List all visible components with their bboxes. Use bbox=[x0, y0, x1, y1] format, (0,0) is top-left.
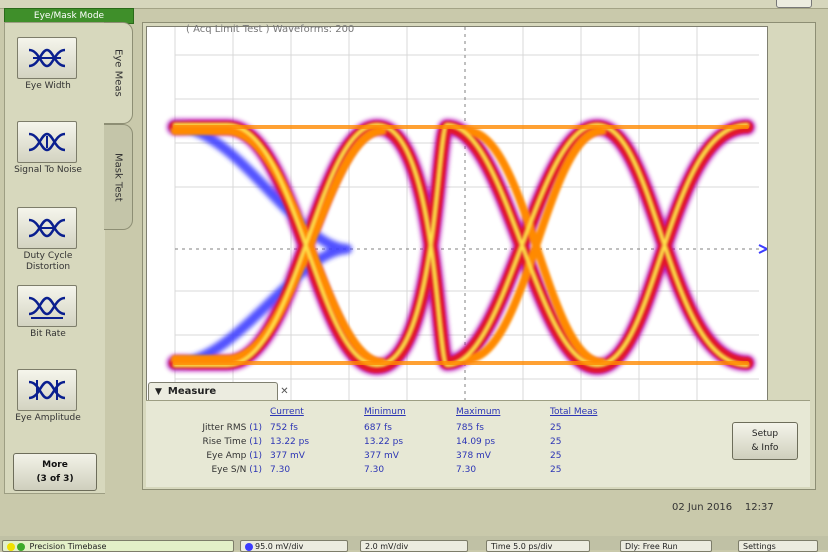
eye-amplitude-button[interactable]: Eye Amplitude bbox=[13, 369, 97, 449]
row-label-rise-time: Rise Time (1) bbox=[202, 437, 263, 447]
status-light-icon bbox=[7, 542, 15, 551]
cell-total-meas: 25 bbox=[550, 437, 562, 447]
eye-width-label: Eye Width bbox=[25, 81, 71, 91]
row-label-eye-amp: Eye Amp (1) bbox=[206, 451, 262, 461]
cell-current: 13.22 ps bbox=[270, 437, 310, 447]
signal-to-noise-label: Signal To Noise bbox=[14, 165, 82, 175]
cell-minimum: 687 fs bbox=[364, 423, 392, 433]
duty-cycle-distortion-icon bbox=[28, 218, 66, 238]
info-label: & Info bbox=[751, 443, 779, 453]
eye-amplitude-icon bbox=[28, 380, 66, 400]
eye-measurement-panel: Eye Width Signal To Noise Duty Cycle Dis… bbox=[4, 22, 105, 494]
settings-button[interactable]: Settings bbox=[738, 540, 818, 552]
row-label-jitter-rms: Jitter RMS (1) bbox=[202, 423, 262, 433]
cell-minimum: 7.30 bbox=[364, 465, 385, 475]
cell-maximum: 14.09 ps bbox=[456, 437, 496, 447]
time-scale[interactable]: Time 5.0 ps/div bbox=[486, 540, 590, 552]
trigger-level-marker-icon[interactable] bbox=[758, 244, 767, 254]
column-header-minimum: Minimum bbox=[364, 407, 406, 417]
close-icon[interactable]: ✕ bbox=[280, 386, 288, 397]
measurement-results: Current Minimum Maximum Total Meas Jitte… bbox=[146, 400, 810, 487]
measure-tab-title: Measure bbox=[167, 386, 217, 397]
timestamp-date: 02 Jun 2016 bbox=[672, 502, 733, 513]
channel-indicator-icon bbox=[245, 542, 253, 551]
duty-cycle-distortion-button[interactable]: Duty Cycle Distortion bbox=[13, 207, 97, 287]
eye-amplitude-label: Eye Amplitude bbox=[15, 413, 81, 423]
window-close-button[interactable] bbox=[776, 0, 812, 8]
timebase-status[interactable]: Precision Timebase bbox=[2, 540, 234, 552]
cell-minimum: 377 mV bbox=[364, 451, 399, 461]
column-header-current: Current bbox=[270, 407, 304, 417]
more-label: More bbox=[42, 460, 68, 470]
timestamp-time: 12:37 bbox=[744, 502, 774, 513]
trigger-delay[interactable]: Dly: Free Run bbox=[620, 540, 712, 552]
timestamp: 02 Jun 2016 12:37 bbox=[672, 502, 774, 513]
signal-to-noise-button[interactable]: Signal To Noise bbox=[13, 121, 97, 201]
bit-rate-icon bbox=[28, 296, 66, 319]
cell-current: 377 mV bbox=[270, 451, 305, 461]
more-button[interactable]: More (3 of 3) bbox=[13, 453, 97, 491]
tab-mask-test-label: Mask Test bbox=[112, 152, 124, 202]
signal-to-noise-icon bbox=[28, 132, 66, 152]
channel-1-scale[interactable]: 95.0 mV/div bbox=[240, 540, 348, 552]
row-label-eye-sn: Eye S/N (1) bbox=[211, 465, 262, 475]
cell-current: 752 fs bbox=[270, 423, 298, 433]
acquisition-limit-label: ( Acq Limit Test ) Waveforms: 200 bbox=[186, 24, 355, 35]
cell-total-meas: 25 bbox=[550, 465, 562, 475]
cell-maximum: 378 mV bbox=[456, 451, 491, 461]
eye-width-button[interactable]: Eye Width bbox=[13, 37, 97, 117]
bit-rate-label: Bit Rate bbox=[30, 329, 66, 339]
eye-width-icon bbox=[28, 48, 66, 68]
column-header-total-meas: Total Meas bbox=[550, 407, 598, 417]
cell-minimum: 13.22 ps bbox=[364, 437, 404, 447]
setup-info-button[interactable]: Setup & Info bbox=[732, 422, 798, 460]
cell-total-meas: 25 bbox=[550, 451, 562, 461]
bit-rate-button[interactable]: Bit Rate bbox=[13, 285, 97, 365]
chevron-down-icon[interactable]: ▼ bbox=[155, 387, 162, 397]
measure-tab[interactable]: ▼ Measure ✕ bbox=[148, 382, 289, 400]
tab-eye-meas-label: Eye Meas bbox=[112, 49, 124, 97]
eye-diagram-display[interactable] bbox=[146, 26, 768, 404]
eye-diagram-graticule bbox=[167, 27, 767, 403]
cell-current: 7.30 bbox=[270, 465, 291, 475]
setup-label: Setup bbox=[751, 429, 779, 439]
cell-maximum: 7.30 bbox=[456, 465, 477, 475]
column-header-maximum: Maximum bbox=[456, 407, 501, 417]
more-page-label: (3 of 3) bbox=[36, 474, 74, 484]
tab-mask-test[interactable]: Mask Test bbox=[104, 124, 133, 230]
channel-2-scale[interactable]: 2.0 mV/div bbox=[360, 540, 468, 552]
duty-cycle-distortion-label: Duty Cycle Distortion bbox=[23, 251, 73, 272]
cell-total-meas: 25 bbox=[550, 423, 562, 433]
status-light-icon bbox=[17, 542, 25, 551]
eye-traces bbox=[167, 118, 755, 376]
tab-eye-meas[interactable]: Eye Meas bbox=[104, 22, 133, 124]
cell-maximum: 785 fs bbox=[456, 423, 484, 433]
